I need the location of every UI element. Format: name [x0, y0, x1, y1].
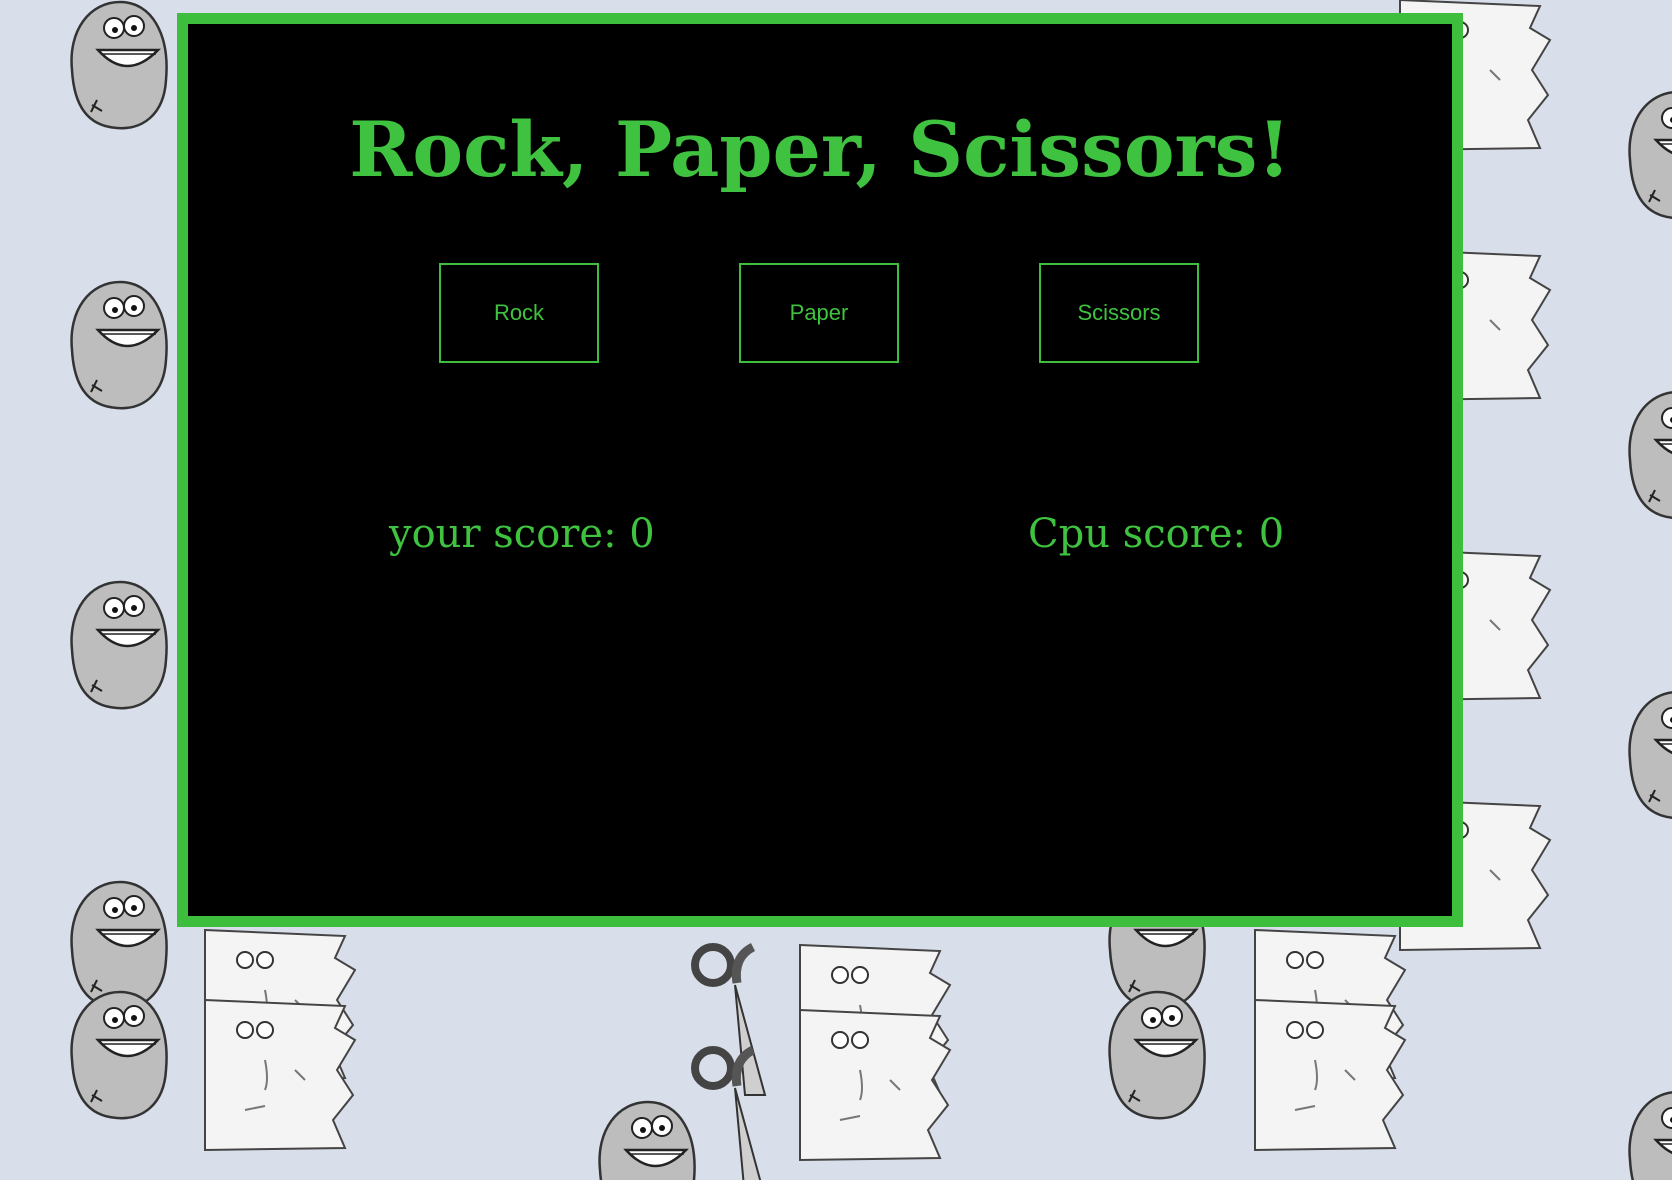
- player-score-value: 0: [629, 511, 655, 557]
- cpu-score: Cpu score: 0: [1028, 507, 1284, 561]
- game-panel: Rock, Paper, Scissors! Rock Paper Scisso…: [177, 13, 1463, 927]
- game-title: Rock, Paper, Scissors!: [349, 105, 1291, 194]
- player-score-label: your score:: [389, 511, 630, 557]
- player-score: your score: 0: [389, 507, 655, 561]
- cpu-score-label: Cpu score:: [1028, 511, 1259, 557]
- rock-button[interactable]: Rock: [439, 263, 599, 363]
- cpu-score-value: 0: [1258, 511, 1285, 557]
- scissors-button[interactable]: Scissors: [1039, 263, 1199, 363]
- paper-button[interactable]: Paper: [739, 263, 899, 363]
